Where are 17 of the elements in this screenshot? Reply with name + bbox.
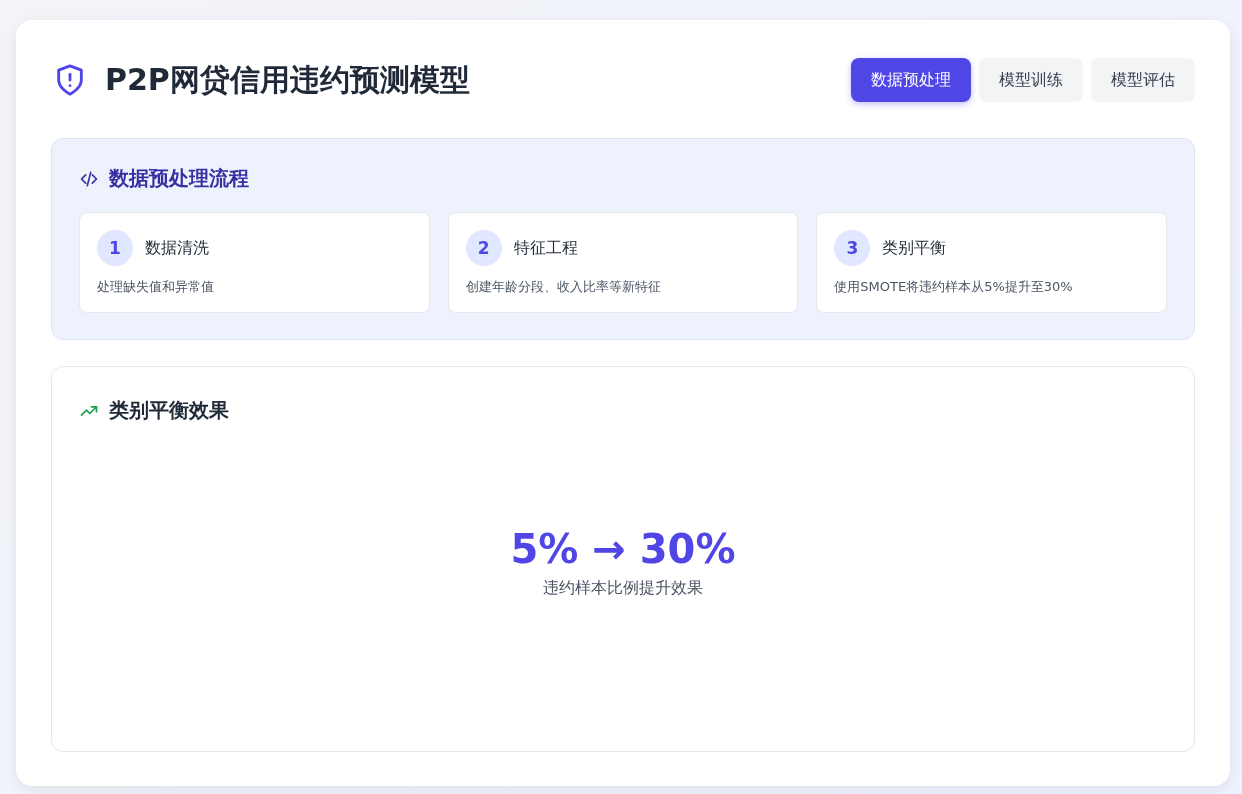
tab[interactable]: 数据预处理 xyxy=(851,58,971,102)
step-description: 创建年龄分段、收入比率等新特征 xyxy=(465,278,662,296)
section-title: 数据预处理流程 xyxy=(109,165,249,192)
ratio-value: 5% → 30% xyxy=(510,526,736,572)
tab[interactable]: 模型训练 xyxy=(979,58,1083,102)
step-number: 2 xyxy=(465,230,502,266)
section-title: 类别平衡效果 xyxy=(109,397,229,424)
step-number: 3 xyxy=(834,230,871,266)
step-description: 处理缺失值和异常值 xyxy=(97,278,215,296)
step-title: 特征工程 xyxy=(513,237,578,259)
step-number: 1 xyxy=(97,230,133,266)
ratio-caption: 违约样本比例提升效果 xyxy=(543,578,703,599)
step-title: 类别平衡 xyxy=(882,237,947,259)
step-description: 使用SMOTE将违约样本从5%提升至30% xyxy=(834,278,1074,296)
step-title: 数据清洗 xyxy=(145,237,209,259)
tab[interactable]: 模型评估 xyxy=(1091,58,1195,102)
app-title: P2P网贷信用违约预测模型 xyxy=(105,60,470,99)
